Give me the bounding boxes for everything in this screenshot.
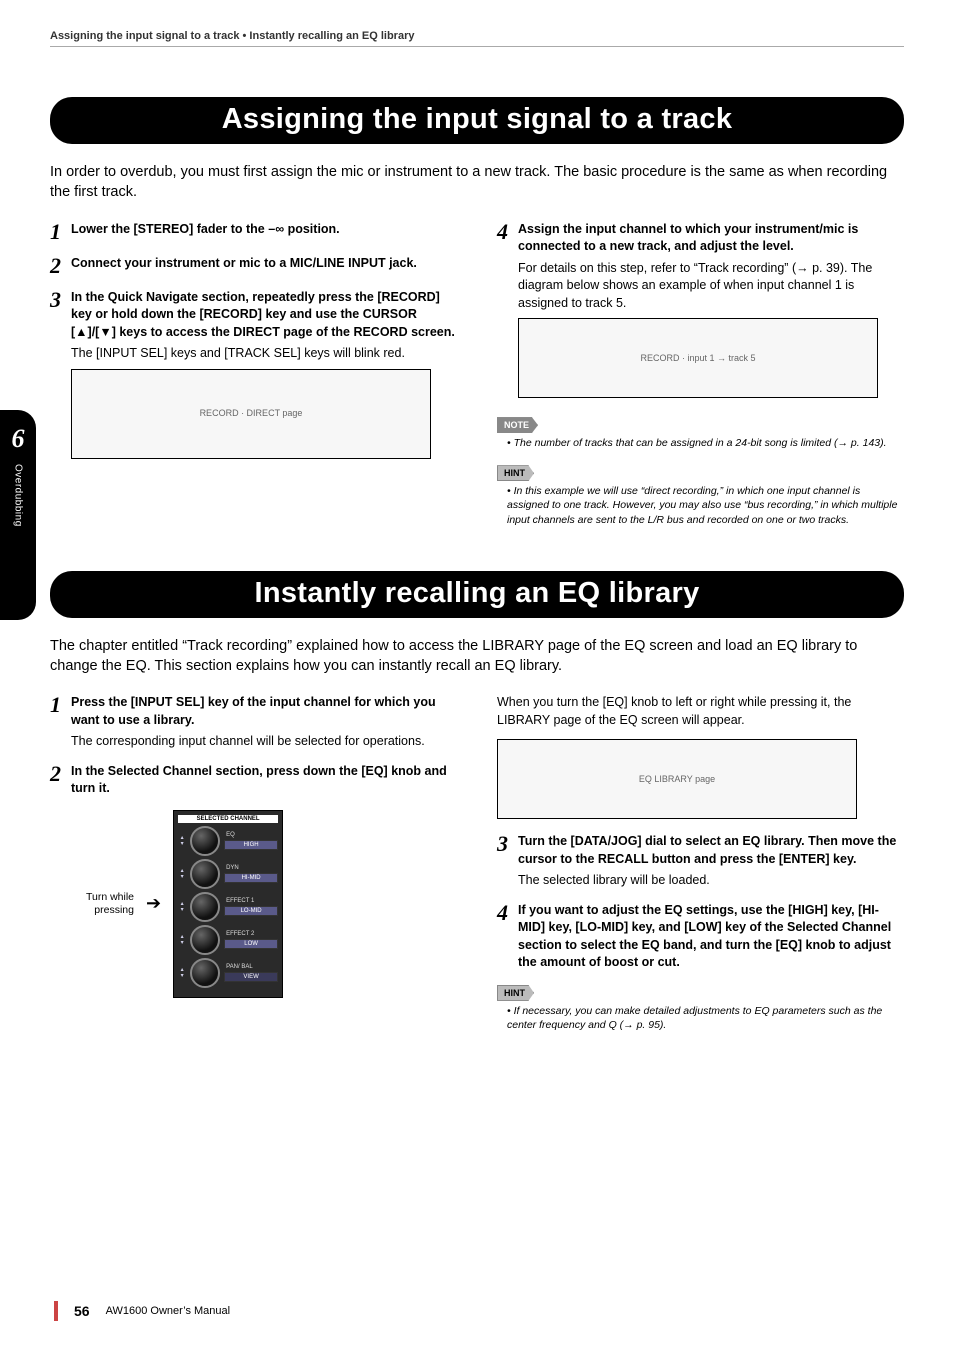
hint-block: HINT • If necessary, you can make detail… bbox=[497, 984, 904, 1032]
step-head: If you want to adjust the EQ settings, u… bbox=[518, 902, 904, 972]
selected-channel-row: ▴▾ EQ HIGH bbox=[178, 826, 278, 856]
step-head: Turn the [DATA/JOG] dial to select an EQ… bbox=[518, 833, 904, 868]
knob-arrows-icon: ▴▾ bbox=[178, 934, 186, 946]
running-header: Assigning the input signal to a track • … bbox=[50, 30, 904, 42]
section2-step4: 4 If you want to adjust the EQ settings,… bbox=[497, 902, 904, 972]
step-number: 4 bbox=[497, 902, 508, 972]
step-number: 1 bbox=[50, 221, 61, 243]
chapter-title: Overdubbing bbox=[13, 464, 24, 527]
band-button: HIGH bbox=[224, 840, 278, 850]
band-button: VIEW bbox=[224, 972, 278, 982]
hint-text-pre: • If necessary, you can make detailed ad… bbox=[507, 1005, 882, 1031]
section1-step1: 1 Lower the [STEREO] fader to the –∞ pos… bbox=[50, 221, 457, 243]
step-head: In the Selected Channel section, press d… bbox=[71, 763, 457, 798]
step-head: Lower the [STEREO] fader to the –∞ posit… bbox=[71, 222, 340, 236]
band-button: HI-MID bbox=[224, 873, 278, 883]
selected-channel-row: ▴▾ EFFECT 2 LOW bbox=[178, 925, 278, 955]
hint-block: HINT • In this example we will use “dire… bbox=[497, 464, 904, 527]
step-head: Assign the input channel to which your i… bbox=[518, 221, 904, 256]
manual-title: AW1600 Owner’s Manual bbox=[106, 1305, 231, 1317]
hint-text: • If necessary, you can make detailed ad… bbox=[497, 1004, 904, 1032]
eq-library-screen: EQ LIBRARY page bbox=[497, 739, 857, 819]
note-text-post: p. 143). bbox=[848, 437, 887, 449]
step-text: The corresponding input channel will be … bbox=[71, 733, 457, 751]
step-number: 3 bbox=[50, 289, 61, 465]
hint-text: • In this example we will use “direct re… bbox=[497, 484, 904, 527]
page-footer: 56 AW1600 Owner’s Manual bbox=[54, 1301, 230, 1321]
knob-label: EQ bbox=[224, 832, 278, 838]
knob-arrows-icon: ▴▾ bbox=[178, 967, 186, 979]
step-number: 3 bbox=[497, 833, 508, 890]
selected-channel-row: ▴▾ DYN HI-MID bbox=[178, 859, 278, 889]
knob-arrows-icon: ▴▾ bbox=[178, 868, 186, 880]
step-text: For details on this step, refer to “Trac… bbox=[518, 260, 904, 313]
step-number: 2 bbox=[50, 255, 61, 277]
pointer-arrow-icon: ➔ bbox=[146, 893, 161, 914]
step-head: Connect your instrument or mic to a MIC/… bbox=[71, 256, 417, 270]
section1-step2: 2 Connect your instrument or mic to a MI… bbox=[50, 255, 457, 277]
step-number: 2 bbox=[50, 763, 61, 798]
infinity-symbol: ∞ bbox=[275, 222, 284, 236]
note-block: NOTE • The number of tracks that can be … bbox=[497, 416, 904, 450]
knob-label: EFFECT 2 bbox=[224, 931, 278, 937]
knob-icon bbox=[190, 826, 220, 856]
turn-pressing-caption: Turn while pressing bbox=[74, 891, 134, 916]
band-button: LO-MID bbox=[224, 906, 278, 916]
selected-channel-row: ▴▾ EFFECT 1 LO-MID bbox=[178, 892, 278, 922]
selected-channel-title: SELECTED CHANNEL bbox=[178, 815, 278, 823]
knob-arrows-icon: ▴▾ bbox=[178, 901, 186, 913]
step-head: In the Quick Navigate section, repeatedl… bbox=[71, 289, 457, 342]
section2-step1: 1 Press the [INPUT SEL] key of the input… bbox=[50, 694, 457, 751]
arrow-right-icon: → bbox=[796, 261, 809, 275]
step-text: The [INPUT SEL] keys and [TRACK SEL] key… bbox=[71, 345, 457, 363]
knob-icon bbox=[190, 958, 220, 988]
note-badge: NOTE bbox=[497, 417, 538, 433]
selected-channel-panel: SELECTED CHANNEL ▴▾ EQ HIGH ▴▾ DYN HI-MID ▴▾ EF… bbox=[173, 810, 283, 998]
step-text: The selected library will be loaded. bbox=[518, 872, 904, 890]
section2-step3: 3 Turn the [DATA/JOG] dial to select an … bbox=[497, 833, 904, 890]
knob-label: DYN bbox=[224, 865, 278, 871]
hint-badge: HINT bbox=[497, 465, 534, 481]
selected-channel-row: ▴▾ PAN/ BAL VIEW bbox=[178, 958, 278, 988]
footer-accent-bar bbox=[54, 1301, 58, 1321]
knob-label: EFFECT 1 bbox=[224, 898, 278, 904]
hint-text-post: p. 95). bbox=[634, 1019, 667, 1031]
knob-arrows-icon: ▴▾ bbox=[178, 835, 186, 847]
hint-badge: HINT bbox=[497, 985, 534, 1001]
record-screen-direct-page: RECORD · DIRECT page bbox=[71, 369, 431, 459]
knob-icon bbox=[190, 892, 220, 922]
note-text-pre: • The number of tracks that can be assig… bbox=[507, 437, 838, 449]
chapter-number: 6 bbox=[12, 424, 25, 454]
section1-step4: 4 Assign the input channel to which your… bbox=[497, 221, 904, 405]
step-head: Press the [INPUT SEL] key of the input c… bbox=[71, 694, 457, 729]
section1-step3: 3 In the Quick Navigate section, repeate… bbox=[50, 289, 457, 465]
knob-icon bbox=[190, 859, 220, 889]
step-number: 4 bbox=[497, 221, 508, 405]
section2-right-pretext: When you turn the [EQ] knob to left or r… bbox=[497, 694, 904, 729]
step-head-post: position. bbox=[284, 222, 340, 236]
page-number: 56 bbox=[74, 1303, 90, 1319]
section2-step2: 2 In the Selected Channel section, press… bbox=[50, 763, 457, 798]
section2-title: Instantly recalling an EQ library bbox=[50, 571, 904, 618]
section2-intro: The chapter entitled “Track recording” e… bbox=[50, 636, 904, 677]
arrow-right-icon: → bbox=[838, 437, 849, 449]
note-text: • The number of tracks that can be assig… bbox=[497, 436, 904, 450]
arrow-right-icon: → bbox=[623, 1019, 634, 1031]
record-screen-assigned: RECORD · input 1 → track 5 bbox=[518, 318, 878, 398]
step-number: 1 bbox=[50, 694, 61, 751]
step-text-pre: For details on this step, refer to “Trac… bbox=[518, 261, 796, 275]
section1-intro: In order to overdub, you must first assi… bbox=[50, 162, 904, 203]
knob-label: PAN/ BAL bbox=[224, 964, 278, 970]
section1-title: Assigning the input signal to a track bbox=[50, 97, 904, 144]
header-rule bbox=[50, 46, 904, 47]
step-head-pre: Lower the [STEREO] fader to the – bbox=[71, 222, 275, 236]
band-button: LOW bbox=[224, 939, 278, 949]
chapter-side-tab: 6 Overdubbing bbox=[0, 410, 36, 620]
selected-channel-figure: Turn while pressing ➔ SELECTED CHANNEL ▴… bbox=[74, 810, 457, 998]
knob-icon bbox=[190, 925, 220, 955]
